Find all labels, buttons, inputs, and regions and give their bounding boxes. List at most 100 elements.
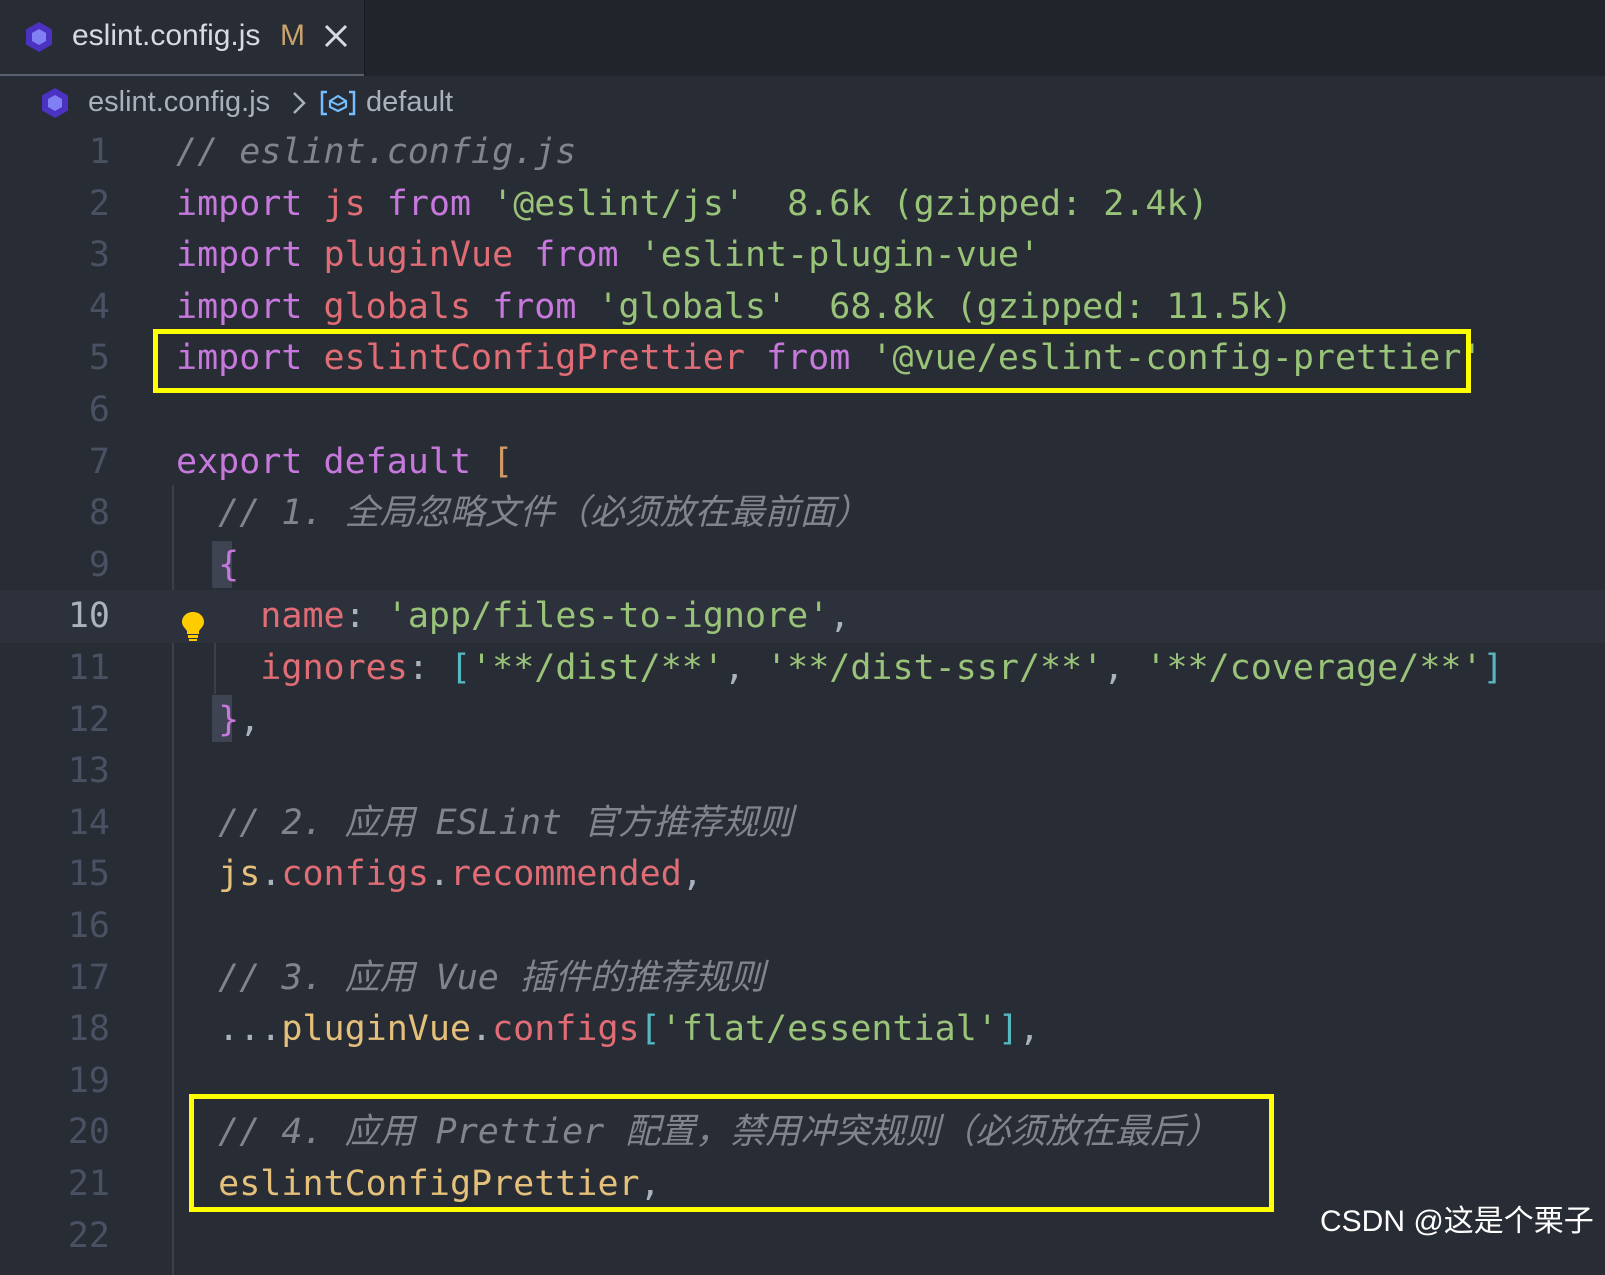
code-token: from (492, 286, 577, 327)
line-number: 21 (67, 1164, 110, 1204)
code-token: [ (449, 648, 472, 688)
highlight-box-import-prettier (153, 329, 1471, 393)
code-token: : (344, 596, 387, 637)
tab-eslint-config[interactable]: eslint.config.js M (0, 0, 364, 74)
tab-title: eslint.config.js (72, 19, 261, 52)
code-line[interactable]: 8 // 1. 全局忽略文件（必须放在最前面） (0, 487, 1605, 540)
eslint-icon (38, 86, 72, 120)
line-number: 22 (67, 1215, 110, 1256)
line-number: 11 (67, 648, 110, 688)
code-text: ignores: ['**/dist/**', '**/dist-ssr/**'… (176, 642, 1504, 695)
code-token: [ (639, 1009, 661, 1050)
code-line[interactable]: 10 name: 'app/files-to-ignore', (0, 590, 1605, 643)
code-token: import (176, 183, 303, 224)
code-token: '**/dist/**' (471, 648, 724, 688)
code-text: // eslint.config.js (176, 126, 576, 179)
line-number: 16 (67, 906, 110, 946)
code-line[interactable]: 9 { (0, 539, 1605, 592)
line-number: 12 (67, 699, 110, 740)
code-token: '@eslint/js' (492, 183, 745, 224)
code-line[interactable]: 15 js.configs.recommended, (0, 848, 1605, 901)
code-text: export default [ (176, 436, 513, 489)
code-line[interactable]: 12 }, (0, 694, 1605, 747)
code-text: import pluginVue from 'eslint-plugin-vue… (176, 229, 1040, 282)
line-number: 6 (88, 390, 110, 430)
modified-badge: M (280, 19, 305, 52)
code-line[interactable]: 4 import globals from 'globals' 68.8k (gz… (0, 281, 1605, 334)
close-icon[interactable] (318, 18, 354, 54)
code-line[interactable]: 14 // 2. 应用 ESLint 官方推荐规则 (0, 797, 1605, 850)
code-token: configs (492, 1009, 640, 1050)
code-line[interactable]: 1 // eslint.config.js (0, 126, 1605, 179)
code-token: // 2. 应用 ESLint 官方推荐规则 (176, 802, 794, 843)
breadcrumb: eslint.config.js default (0, 76, 1605, 130)
line-number: 3 (88, 235, 110, 276)
code-token: , (829, 596, 851, 637)
code-line[interactable]: 16 (0, 900, 1605, 953)
breadcrumb-symbol[interactable]: default (366, 86, 453, 119)
code-token: , (239, 699, 261, 740)
symbol-variable-icon (320, 90, 356, 116)
code-text: { (176, 539, 239, 592)
code-token: // 3. 应用 Vue 插件的推荐规则 (176, 957, 765, 998)
code-token: . (471, 1009, 493, 1050)
code-text: // 3. 应用 Vue 插件的推荐规则 (176, 952, 765, 1005)
line-number: 2 (88, 183, 110, 224)
code-token: ] (997, 1009, 1019, 1050)
code-token: : (407, 648, 450, 688)
code-token: pluginVue (323, 235, 514, 276)
breadcrumb-file[interactable]: eslint.config.js (88, 86, 270, 119)
code-token: ] (1482, 648, 1504, 688)
line-number: 10 (67, 596, 110, 637)
code-line[interactable]: 2 import js from '@eslint/js' 8.6k (gzipp… (0, 178, 1605, 231)
highlight-box-prettier-config (189, 1094, 1274, 1212)
line-number: 18 (67, 1009, 110, 1050)
code-token: default (323, 441, 472, 482)
code-line[interactable]: 17 // 3. 应用 Vue 插件的推荐规则 (0, 952, 1605, 1005)
code-token: ignores (260, 648, 408, 688)
code-line[interactable]: 18 ...pluginVue.configs['flat/essential'… (0, 1003, 1605, 1056)
code-text: }, (176, 694, 260, 747)
lightbulb-icon[interactable] (180, 610, 206, 642)
line-number: 14 (67, 802, 110, 843)
code-text: ...pluginVue.configs['flat/essential'], (176, 1003, 1040, 1056)
code-line[interactable]: 3 import pluginVue from 'eslint-plugin-vu… (0, 229, 1605, 282)
line-number: 4 (88, 286, 110, 327)
line-number: 17 (67, 957, 110, 998)
code-token: , (1018, 1009, 1040, 1050)
line-number: 1 (88, 132, 110, 172)
code-text: js.configs.recommended, (176, 848, 703, 901)
code-token: { (218, 544, 240, 585)
code-token: ... (176, 1009, 282, 1050)
code-text: import globals from 'globals' 68.8k (gzi… (176, 281, 1293, 334)
code-text: // 1. 全局忽略文件（必须放在最前面） (176, 487, 870, 540)
line-number: 20 (67, 1112, 110, 1153)
code-token: import (176, 286, 303, 327)
code-token: // eslint.config.js (176, 132, 577, 172)
code-token: 'eslint-plugin-vue' (639, 235, 1040, 276)
code-token: 'flat/essential' (660, 1009, 998, 1050)
code-token: export (176, 441, 303, 482)
code-token: '**/coverage/**' (1145, 648, 1483, 688)
code-token: configs (281, 854, 429, 895)
code-line[interactable]: 11 ignores: ['**/dist/**', '**/dist-ssr/… (0, 642, 1605, 695)
code-line[interactable]: 13 (0, 745, 1605, 798)
code-token: import (176, 235, 303, 276)
code-token: js (218, 854, 261, 895)
code-token: } (218, 699, 240, 740)
code-text: name: 'app/files-to-ignore', (176, 590, 850, 643)
line-number: 8 (88, 493, 110, 534)
line-number: 9 (88, 544, 110, 585)
code-token: , (681, 854, 703, 895)
code-line[interactable]: 7 export default [ (0, 436, 1605, 489)
code-token: // 1. 全局忽略文件（必须放在最前面） (176, 493, 870, 534)
